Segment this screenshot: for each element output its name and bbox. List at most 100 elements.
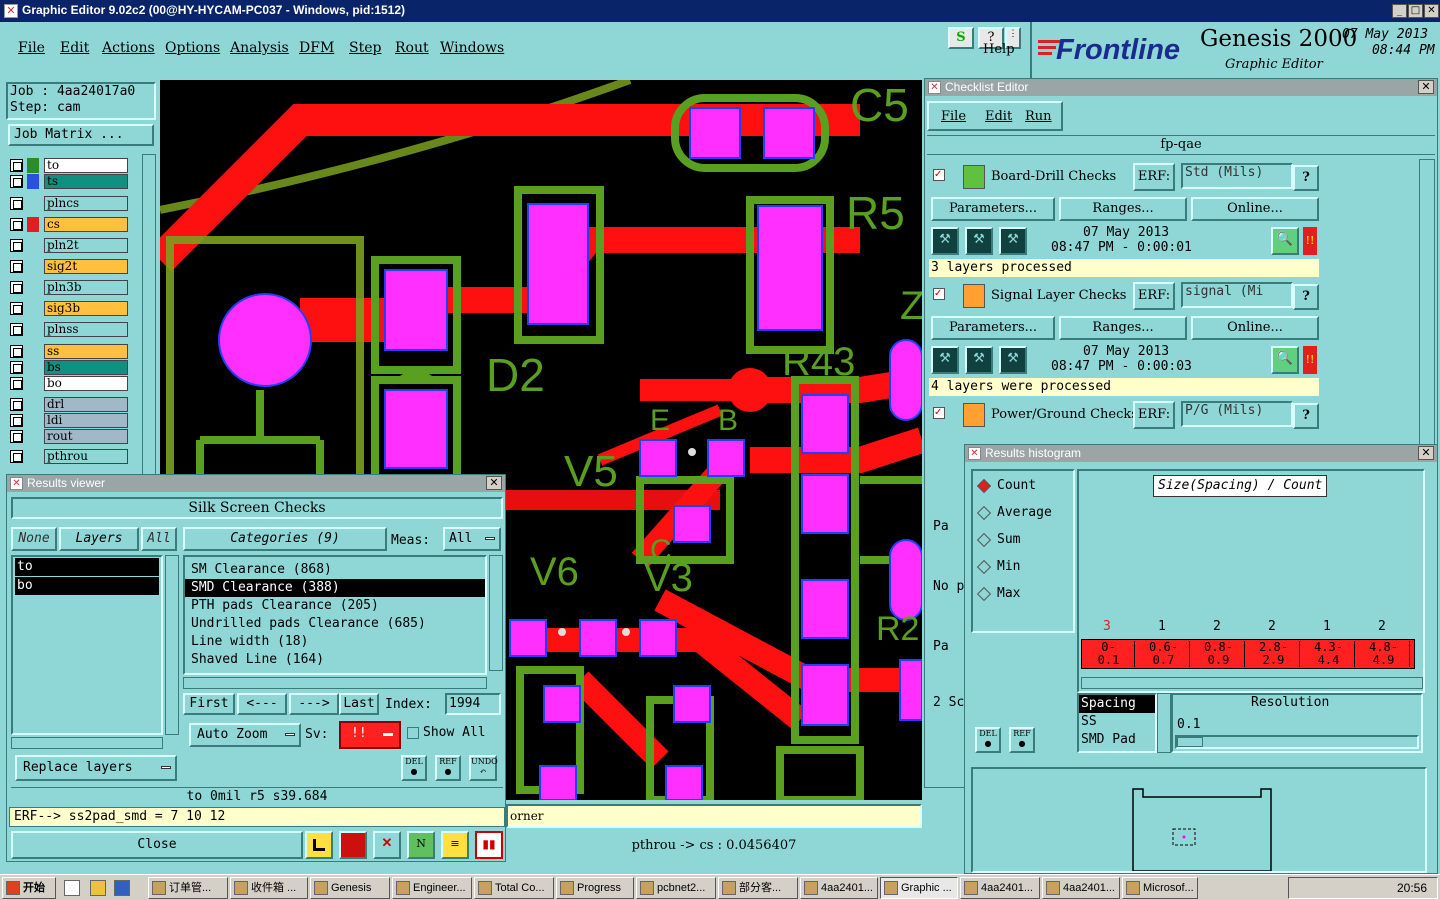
menu-edit[interactable]: Edit: [60, 40, 89, 56]
layer-results-hscroll[interactable]: [11, 737, 163, 749]
check-enabled-checkbox[interactable]: ✓: [933, 169, 945, 181]
histogram-hscroll[interactable]: [1081, 677, 1423, 689]
layer-checkbox[interactable]: [10, 281, 23, 294]
categories-scrollbar[interactable]: [489, 555, 503, 671]
taskbar-item[interactable]: 部分客...: [718, 877, 798, 899]
categories-button[interactable]: Categories (9): [183, 527, 387, 551]
layer-row-drl[interactable]: drl: [10, 397, 128, 412]
layer-checkbox[interactable]: [10, 361, 23, 374]
quick-launch-icon[interactable]: [64, 880, 80, 896]
taskbar-item[interactable]: Total Co...: [474, 877, 554, 899]
layer-row-sig3b[interactable]: sig3b: [10, 301, 128, 316]
layer-row-ts[interactable]: ts: [10, 174, 128, 189]
first-button[interactable]: First: [183, 693, 235, 715]
layer-row-sig2t[interactable]: sig2t: [10, 259, 128, 274]
run-icon[interactable]: ⚒: [999, 227, 1027, 255]
layer-checkbox[interactable]: [10, 260, 23, 273]
layer-row-pthrou[interactable]: pthrou: [10, 449, 128, 464]
taskbar-item[interactable]: 收件箱 ...: [230, 877, 308, 899]
checklist-menu-run[interactable]: Run: [1025, 109, 1052, 124]
layer-row-cs[interactable]: cs: [10, 217, 128, 232]
none-button[interactable]: None: [11, 527, 57, 551]
mode-count[interactable]: Count: [976, 477, 1073, 497]
layer-checkbox[interactable]: [10, 175, 23, 188]
bin-range[interactable]: 4.8- 4.9: [1358, 641, 1410, 667]
erf-field[interactable]: P/G (Mils): [1181, 401, 1293, 427]
undo-icon[interactable]: UNDO ↶: [469, 755, 498, 781]
mode-min[interactable]: Min: [976, 558, 1073, 578]
mode-average[interactable]: Average: [976, 504, 1073, 524]
taskbar-item[interactable]: 4aa2401...: [960, 877, 1040, 899]
layer-row-pln2t[interactable]: pln2t: [10, 238, 128, 253]
chart-icon-1[interactable]: [305, 831, 333, 859]
layers-button[interactable]: Layers: [59, 527, 139, 551]
type-item[interactable]: Spacing: [1079, 695, 1155, 713]
result-layer-item[interactable]: to: [15, 558, 159, 576]
quick-launch-icon[interactable]: [90, 880, 106, 896]
taskbar-item[interactable]: Graphic ...: [880, 877, 958, 899]
stop-icon[interactable]: [339, 831, 367, 859]
maximize-button[interactable]: □: [1408, 4, 1423, 18]
layer-scrollbar[interactable]: [142, 154, 156, 478]
taskbar-item[interactable]: Microsof...: [1122, 877, 1198, 899]
check-name[interactable]: Signal Layer Checks: [991, 288, 1126, 303]
layer-row-ldi[interactable]: ldi: [10, 413, 128, 428]
mode-sum[interactable]: Sum: [976, 531, 1073, 551]
erf-button[interactable]: ERF:: [1133, 163, 1175, 191]
prev-button[interactable]: <---: [237, 693, 287, 715]
checklist-menu-file[interactable]: File: [941, 109, 966, 124]
menu-dfm[interactable]: DFM: [299, 40, 334, 56]
layer-checkbox[interactable]: [10, 345, 23, 358]
online-button[interactable]: Online...: [1191, 197, 1319, 221]
report-icon[interactable]: ≡: [441, 831, 469, 859]
layer-row-plnss[interactable]: plnss: [10, 322, 128, 337]
layer-checkbox[interactable]: [10, 377, 23, 390]
layer-checkbox[interactable]: [10, 159, 23, 172]
category-item[interactable]: PTH pads Clearance (205): [185, 597, 485, 615]
type-scrollbar[interactable]: [1157, 693, 1171, 753]
show-all-checkbox[interactable]: [407, 727, 419, 739]
taskbar-item[interactable]: 4aa2401...: [1042, 877, 1120, 899]
severity-dropdown[interactable]: !!: [339, 721, 401, 749]
check-enabled-checkbox[interactable]: ✓: [933, 288, 945, 300]
job-matrix-button[interactable]: Job Matrix ...: [8, 124, 154, 146]
replace-layers-dropdown[interactable]: Replace layers: [15, 755, 177, 781]
bin-range[interactable]: 4.3- 4.4: [1303, 641, 1355, 667]
resolution-slider[interactable]: [1175, 735, 1419, 749]
no-icon[interactable]: ✕: [373, 831, 401, 859]
layer-results-scrollbar[interactable]: [165, 555, 179, 735]
layer-checkbox[interactable]: [10, 450, 23, 463]
layer-row-rout[interactable]: rout: [10, 429, 128, 444]
menu-windows[interactable]: Windows: [440, 40, 504, 56]
layer-row-to[interactable]: to: [10, 158, 128, 173]
layer-checkbox[interactable]: [10, 218, 23, 231]
erf-button[interactable]: ERF:: [1133, 401, 1175, 429]
menu-options[interactable]: Options: [165, 40, 220, 56]
taskbar-item[interactable]: Progress: [556, 877, 634, 899]
n-icon[interactable]: N: [407, 831, 435, 859]
ref-icon[interactable]: REF ●: [1009, 727, 1035, 753]
ref-icon[interactable]: REF ●: [435, 755, 461, 781]
run-icon[interactable]: ⚒: [931, 227, 959, 255]
type-item[interactable]: SS: [1079, 713, 1155, 731]
layer-checkbox[interactable]: [10, 398, 23, 411]
online-button[interactable]: Online...: [1191, 316, 1319, 340]
bin-range[interactable]: 0- 0.1: [1083, 641, 1135, 667]
erf-field[interactable]: Std (Mils): [1181, 163, 1293, 189]
close-icon[interactable]: ✕: [1418, 446, 1434, 460]
checklist-menu-edit[interactable]: Edit: [985, 109, 1012, 124]
close-icon[interactable]: ✕: [486, 476, 502, 490]
erf-field[interactable]: signal (Mi: [1181, 282, 1293, 308]
erf-button[interactable]: ERF:: [1133, 282, 1175, 310]
layer-checkbox[interactable]: [10, 302, 23, 315]
layer-row-ss[interactable]: ss: [10, 344, 128, 359]
run-icon[interactable]: ⚒: [999, 346, 1027, 374]
check-name[interactable]: Power/Ground Checks: [991, 407, 1138, 422]
run-icon[interactable]: ⚒: [931, 346, 959, 374]
ranges-button[interactable]: Ranges...: [1059, 316, 1187, 340]
parameters-button[interactable]: Parameters...: [931, 316, 1055, 340]
mode-max[interactable]: Max: [976, 585, 1073, 605]
category-item[interactable]: SMD Clearance (388): [185, 579, 485, 597]
minimize-button[interactable]: _: [1392, 4, 1407, 18]
help-icon[interactable]: ?: [1293, 165, 1319, 191]
